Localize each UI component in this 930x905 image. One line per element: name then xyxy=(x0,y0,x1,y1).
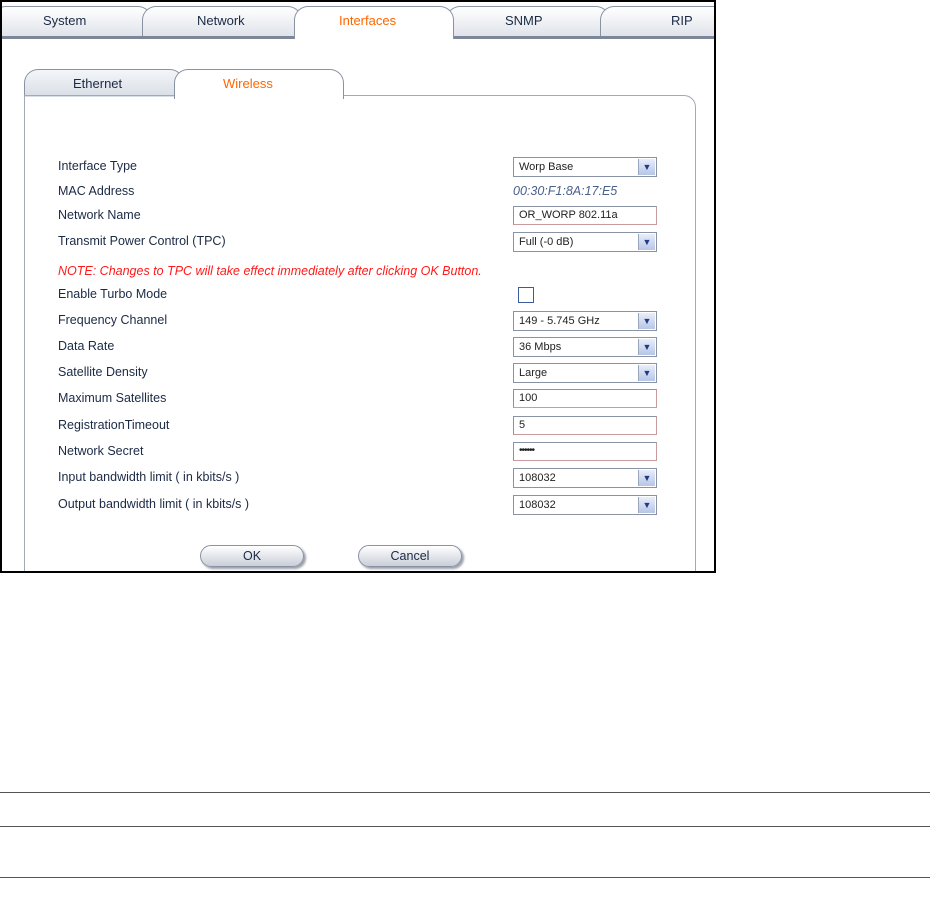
ok-button[interactable]: OK xyxy=(200,545,304,567)
tab-snmp[interactable]: SNMP xyxy=(446,6,610,36)
divider xyxy=(0,826,930,827)
row-turbo-mode: Enable Turbo Mode xyxy=(58,285,658,307)
chevron-down-icon: ▼ xyxy=(638,339,655,355)
tpc-label: Transmit Power Control (TPC) xyxy=(58,234,226,248)
divider xyxy=(0,792,930,793)
input-bandwidth-select[interactable]: 108032 ▼ xyxy=(513,468,657,488)
row-input-bandwidth: Input bandwidth limit ( in kbits/s ) 108… xyxy=(58,468,658,490)
row-network-secret: Network Secret •••••• xyxy=(58,442,658,464)
chevron-down-icon: ▼ xyxy=(638,470,655,486)
data-rate-select[interactable]: 36 Mbps ▼ xyxy=(513,337,657,357)
chevron-down-icon: ▼ xyxy=(638,313,655,329)
frequency-channel-label: Frequency Channel xyxy=(58,313,168,327)
mac-address-value: 00:30:F1:8A:17:E5 xyxy=(513,184,618,198)
tab-wireless[interactable]: Wireless xyxy=(174,69,344,99)
divider xyxy=(0,877,930,878)
satellite-density-select[interactable]: Large ▼ xyxy=(513,363,657,383)
turbo-mode-label: Enable Turbo Mode xyxy=(58,287,168,301)
registration-timeout-input[interactable]: 5 xyxy=(513,416,657,435)
row-interface-type: Interface Type Worp Base ▼ xyxy=(58,157,658,179)
row-network-name: Network Name OR_WORP 802.11a xyxy=(58,206,658,228)
sub-tab-bar: Ethernet Wireless xyxy=(24,65,694,99)
tab-network[interactable]: Network xyxy=(142,6,302,36)
turbo-mode-checkbox[interactable] xyxy=(518,287,534,303)
top-tab-bar: System Network Interfaces SNMP RIP xyxy=(2,2,714,39)
chevron-down-icon: ▼ xyxy=(638,159,655,175)
frequency-channel-select[interactable]: 149 - 5.745 GHz ▼ xyxy=(513,311,657,331)
tab-interfaces[interactable]: Interfaces xyxy=(294,6,454,39)
output-bandwidth-label: Output bandwidth limit ( in kbits/s ) xyxy=(58,497,250,511)
tpc-select[interactable]: Full (-0 dB) ▼ xyxy=(513,232,657,252)
row-mac-address: MAC Address 00:30:F1:8A:17:E5 xyxy=(58,182,658,204)
chevron-down-icon: ▼ xyxy=(638,497,655,513)
max-satellites-input[interactable]: 100 xyxy=(513,389,657,408)
interface-type-select[interactable]: Worp Base ▼ xyxy=(513,157,657,177)
chevron-down-icon: ▼ xyxy=(638,365,655,381)
row-frequency-channel: Frequency Channel 149 - 5.745 GHz ▼ xyxy=(58,311,658,333)
row-tpc: Transmit Power Control (TPC) Full (-0 dB… xyxy=(58,232,658,254)
interface-type-label: Interface Type xyxy=(58,159,137,173)
chevron-down-icon: ▼ xyxy=(638,234,655,250)
output-bandwidth-select[interactable]: 108032 ▼ xyxy=(513,495,657,515)
input-bandwidth-label: Input bandwidth limit ( in kbits/s ) xyxy=(58,470,240,484)
max-satellites-label: Maximum Satellites xyxy=(58,391,167,405)
tab-rip[interactable]: RIP xyxy=(600,6,714,36)
row-data-rate: Data Rate 36 Mbps ▼ xyxy=(58,337,658,359)
data-rate-label: Data Rate xyxy=(58,339,115,353)
network-secret-label: Network Secret xyxy=(58,444,144,458)
row-satellite-density: Satellite Density Large ▼ xyxy=(58,363,658,385)
tab-system[interactable]: System xyxy=(2,6,152,36)
satellite-density-label: Satellite Density xyxy=(58,365,148,379)
network-secret-input[interactable]: •••••• xyxy=(513,442,657,461)
network-name-input[interactable]: OR_WORP 802.11a xyxy=(513,206,657,225)
tab-ethernet[interactable]: Ethernet xyxy=(24,69,184,97)
row-max-satellites: Maximum Satellites 100 xyxy=(58,389,658,411)
row-registration-timeout: RegistrationTimeout 5 xyxy=(58,416,658,438)
network-name-label: Network Name xyxy=(58,208,141,222)
screenshot-frame: System Network Interfaces SNMP RIP Ether… xyxy=(0,0,716,573)
tpc-note: NOTE: Changes to TPC will take effect im… xyxy=(58,264,482,278)
registration-timeout-label: RegistrationTimeout xyxy=(58,418,170,432)
mac-address-label: MAC Address xyxy=(58,184,135,198)
row-output-bandwidth: Output bandwidth limit ( in kbits/s ) 10… xyxy=(58,495,658,517)
cancel-button[interactable]: Cancel xyxy=(358,545,462,567)
